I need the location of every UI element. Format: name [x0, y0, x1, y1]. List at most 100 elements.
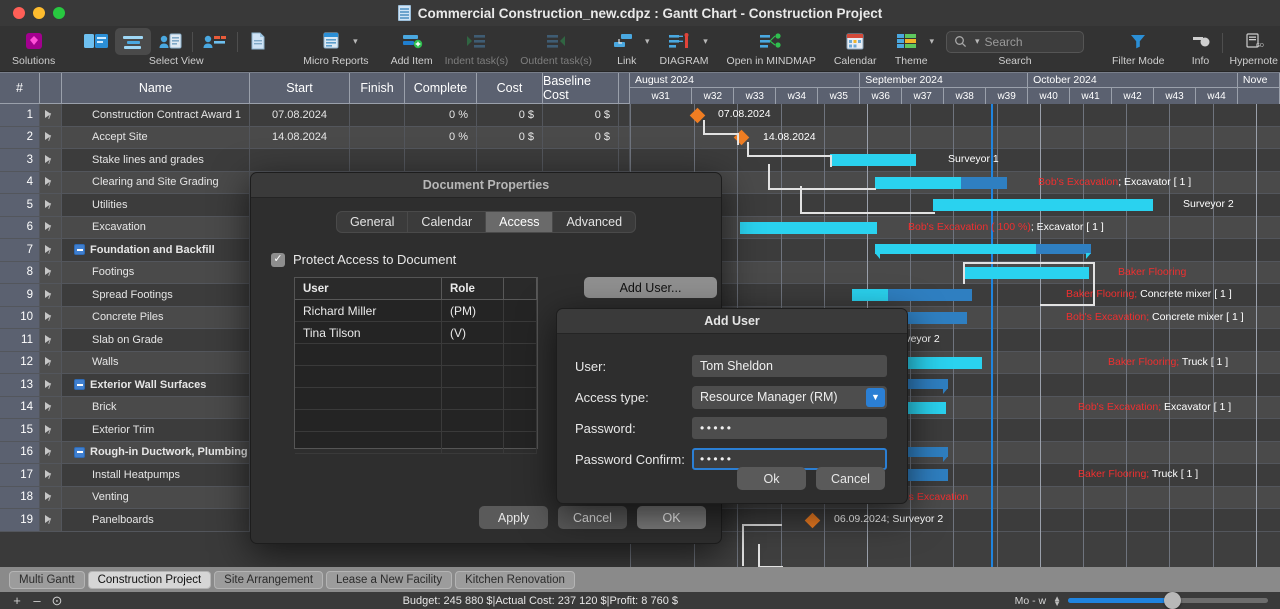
complete-cell[interactable]	[405, 149, 477, 171]
add-user-cancel-button[interactable]: Cancel	[816, 467, 885, 490]
user-row[interactable]	[295, 344, 537, 366]
task-name-cell[interactable]: Foundation and Backfill	[62, 239, 250, 261]
start-cell[interactable]: 14.08.2024	[250, 126, 350, 148]
user-row[interactable]: Tina Tilson (V)	[295, 322, 537, 344]
hypernote-button[interactable]: GO	[1237, 29, 1271, 53]
table-row[interactable]: 3 Stake lines and grades	[0, 149, 630, 172]
col-header-start[interactable]: Start	[250, 73, 350, 103]
complete-cell[interactable]: 0 %	[405, 126, 477, 148]
zoom-slider[interactable]	[1068, 592, 1268, 609]
theme-button[interactable]	[888, 29, 926, 53]
gantt-bar[interactable]	[933, 199, 1153, 211]
filter-mode-button[interactable]	[1122, 29, 1154, 53]
tab-general[interactable]: General	[337, 212, 409, 232]
task-name-cell[interactable]: Stake lines and grades	[62, 149, 250, 171]
task-name-cell[interactable]: Brick	[62, 396, 250, 418]
task-name-cell[interactable]: Rough-in Ductwork, Plumbing and Electric…	[62, 441, 250, 463]
link-chevron-down-icon[interactable]: ▾	[645, 36, 650, 47]
view-resource-usage-button[interactable]	[196, 29, 234, 53]
cost-cell[interactable]: 0 $	[477, 104, 543, 126]
task-name-cell[interactable]: Venting	[62, 486, 250, 508]
task-name-cell[interactable]: Concrete Piles	[62, 306, 250, 328]
add-user-button[interactable]: Add User...	[584, 277, 717, 298]
finish-cell[interactable]	[350, 104, 405, 126]
user-col-header[interactable]: User	[295, 278, 442, 299]
collapse-expander[interactable]	[74, 446, 85, 458]
gantt-bar[interactable]	[830, 154, 916, 166]
tab-access[interactable]: Access	[486, 212, 554, 232]
task-name-cell[interactable]: Footings	[62, 261, 250, 283]
col-header-finish[interactable]: Finish	[350, 73, 405, 103]
task-name-cell[interactable]: Clearing and Site Grading	[62, 171, 250, 193]
close-button[interactable]	[13, 7, 25, 19]
project-tab[interactable]: Site Arrangement	[214, 570, 324, 589]
baseline-cost-cell[interactable]	[543, 149, 619, 171]
indent-task-button[interactable]	[457, 29, 495, 53]
calendar-button[interactable]	[838, 29, 872, 53]
blank-col-header[interactable]	[504, 278, 537, 299]
task-name-cell[interactable]: Panelboards	[62, 509, 250, 531]
project-tab[interactable]: Kitchen Renovation	[455, 570, 575, 589]
gantt-bar[interactable]	[963, 266, 1089, 279]
col-header-baseline[interactable]: Baseline Cost	[543, 73, 619, 103]
access-type-select[interactable]: Resource Manager (RM) ▼	[692, 385, 887, 409]
finish-cell[interactable]	[350, 149, 405, 171]
cost-cell[interactable]	[477, 149, 543, 171]
user-row[interactable]	[295, 410, 537, 432]
extra-cell[interactable]	[619, 149, 630, 171]
task-name-cell[interactable]: Exterior Wall Surfaces	[62, 374, 250, 396]
cancel-button[interactable]: Cancel	[558, 506, 627, 529]
tab-calendar[interactable]: Calendar	[408, 212, 487, 232]
task-name-cell[interactable]: Accept Site	[62, 126, 250, 148]
remove-tab-button[interactable]: –	[28, 593, 46, 608]
project-tab[interactable]: Lease a New Facility	[326, 570, 453, 589]
zoom-stepper[interactable]: ▲ ▼	[1053, 594, 1061, 607]
col-header-cost[interactable]: Cost	[477, 73, 543, 103]
task-name-cell[interactable]: Exterior Trim	[62, 419, 250, 441]
micro-reports-button[interactable]	[314, 29, 350, 53]
view-gantt-split-button[interactable]	[77, 29, 115, 53]
extra-cell[interactable]	[619, 126, 630, 148]
task-name-cell[interactable]: Walls	[62, 351, 250, 373]
task-name-cell[interactable]: Slab on Grade	[62, 329, 250, 351]
apply-button[interactable]: Apply	[479, 506, 548, 529]
window-controls[interactable]	[0, 7, 65, 19]
col-header-number[interactable]: #	[0, 73, 40, 103]
search-chevron-down-icon[interactable]: ▾	[975, 36, 980, 47]
solutions-button[interactable]	[17, 29, 51, 53]
view-gantt-button[interactable]	[115, 27, 152, 55]
task-name-cell[interactable]: Utilities	[62, 194, 250, 216]
outdent-task-button[interactable]	[537, 29, 575, 53]
password-input[interactable]: •••••	[692, 417, 887, 439]
collapse-expander[interactable]	[74, 244, 85, 256]
maximize-button[interactable]	[53, 7, 65, 19]
add-tab-button[interactable]: +	[8, 593, 26, 608]
collapse-expander[interactable]	[74, 379, 85, 391]
diagram-button[interactable]	[660, 29, 700, 53]
user-row[interactable]	[295, 432, 537, 454]
ok-button[interactable]: OK	[637, 506, 706, 529]
col-header-complete[interactable]: Complete	[405, 73, 477, 103]
extra-cell[interactable]	[619, 104, 630, 126]
gantt-row[interactable]	[630, 509, 1280, 532]
more-options-button[interactable]: ⊙	[48, 593, 66, 608]
gantt-bar[interactable]	[740, 221, 877, 234]
role-col-header[interactable]: Role	[442, 278, 504, 299]
col-header-extra[interactable]	[619, 73, 630, 103]
add-item-button[interactable]	[393, 29, 431, 53]
finish-cell[interactable]	[350, 126, 405, 148]
user-row[interactable]	[295, 366, 537, 388]
protect-access-checkbox[interactable]	[271, 252, 285, 267]
user-name-input[interactable]: Tom Sheldon	[692, 355, 887, 377]
baseline-cost-cell[interactable]: 0 $	[543, 104, 619, 126]
complete-cell[interactable]: 0 %	[405, 104, 477, 126]
minimize-button[interactable]	[33, 7, 45, 19]
open-in-mindmap-button[interactable]	[751, 29, 791, 53]
theme-chevron-down-icon[interactable]: ▾	[929, 36, 934, 47]
info-button[interactable]	[1183, 29, 1219, 53]
chevron-down-icon[interactable]: ▼	[866, 387, 885, 407]
task-name-cell[interactable]: Spread Footings	[62, 284, 250, 306]
tab-advanced[interactable]: Advanced	[553, 212, 635, 232]
start-cell[interactable]: 07.08.2024	[250, 104, 350, 126]
protect-access-row[interactable]: Protect Access to Document	[271, 252, 721, 267]
